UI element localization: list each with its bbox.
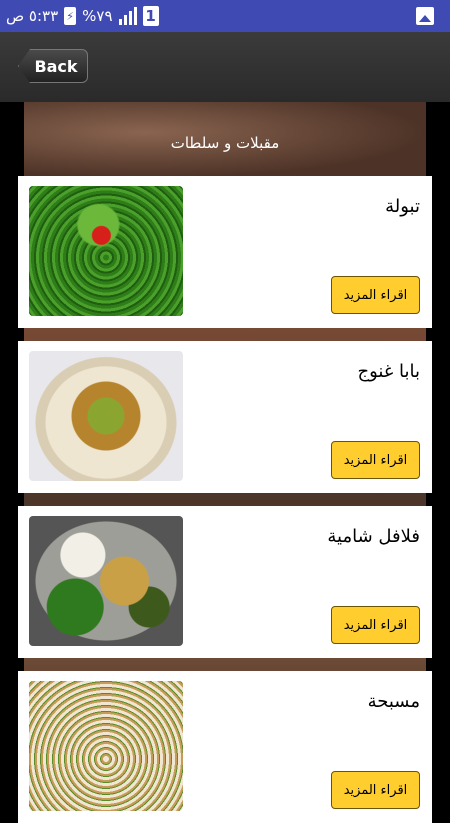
recipe-image-falafel[interactable] — [29, 516, 183, 646]
battery-percent: %٧٩ — [82, 7, 113, 25]
status-left-group: ٥:٣٣ ص ⚡ %٧٩ 1 — [6, 0, 159, 32]
read-more-button[interactable]: اقراء المزيد — [331, 441, 420, 479]
recipe-name: تبولة — [385, 196, 420, 217]
recipe-name: فلافل شامية — [327, 526, 420, 547]
recipe-image-msabaha[interactable] — [29, 681, 183, 811]
recipe-image-baba-ghanoush[interactable] — [29, 351, 183, 481]
back-button[interactable]: Back — [18, 49, 88, 83]
recipe-name: بابا غنوج — [357, 361, 420, 382]
read-more-button[interactable]: اقراء المزيد — [331, 606, 420, 644]
recipe-card[interactable]: فلافل شامية اقراء المزيد — [18, 506, 432, 658]
signal-icon — [118, 7, 137, 25]
sim-icon: 1 — [142, 6, 159, 26]
recipe-card[interactable]: مسبحة اقراء المزيد — [18, 671, 432, 823]
status-time: ٥:٣٣ ص — [6, 7, 59, 25]
read-more-button[interactable]: اقراء المزيد — [331, 771, 420, 809]
recipe-card[interactable]: تبولة اقراء المزيد — [18, 176, 432, 328]
app-bar: Back — [0, 32, 450, 102]
gallery-notification-icon — [416, 7, 434, 25]
read-more-button[interactable]: اقراء المزيد — [331, 276, 420, 314]
recipe-image-tabbouleh[interactable] — [29, 186, 183, 316]
category-title: مقبلات و سلطات — [170, 134, 280, 152]
recipe-card[interactable]: بابا غنوج اقراء المزيد — [18, 341, 432, 493]
status-bar: ٥:٣٣ ص ⚡ %٧٩ 1 — [0, 0, 450, 32]
charging-battery-icon: ⚡ — [64, 7, 77, 25]
category-banner: مقبلات و سلطات — [24, 102, 426, 178]
recipe-name: مسبحة — [367, 691, 420, 712]
